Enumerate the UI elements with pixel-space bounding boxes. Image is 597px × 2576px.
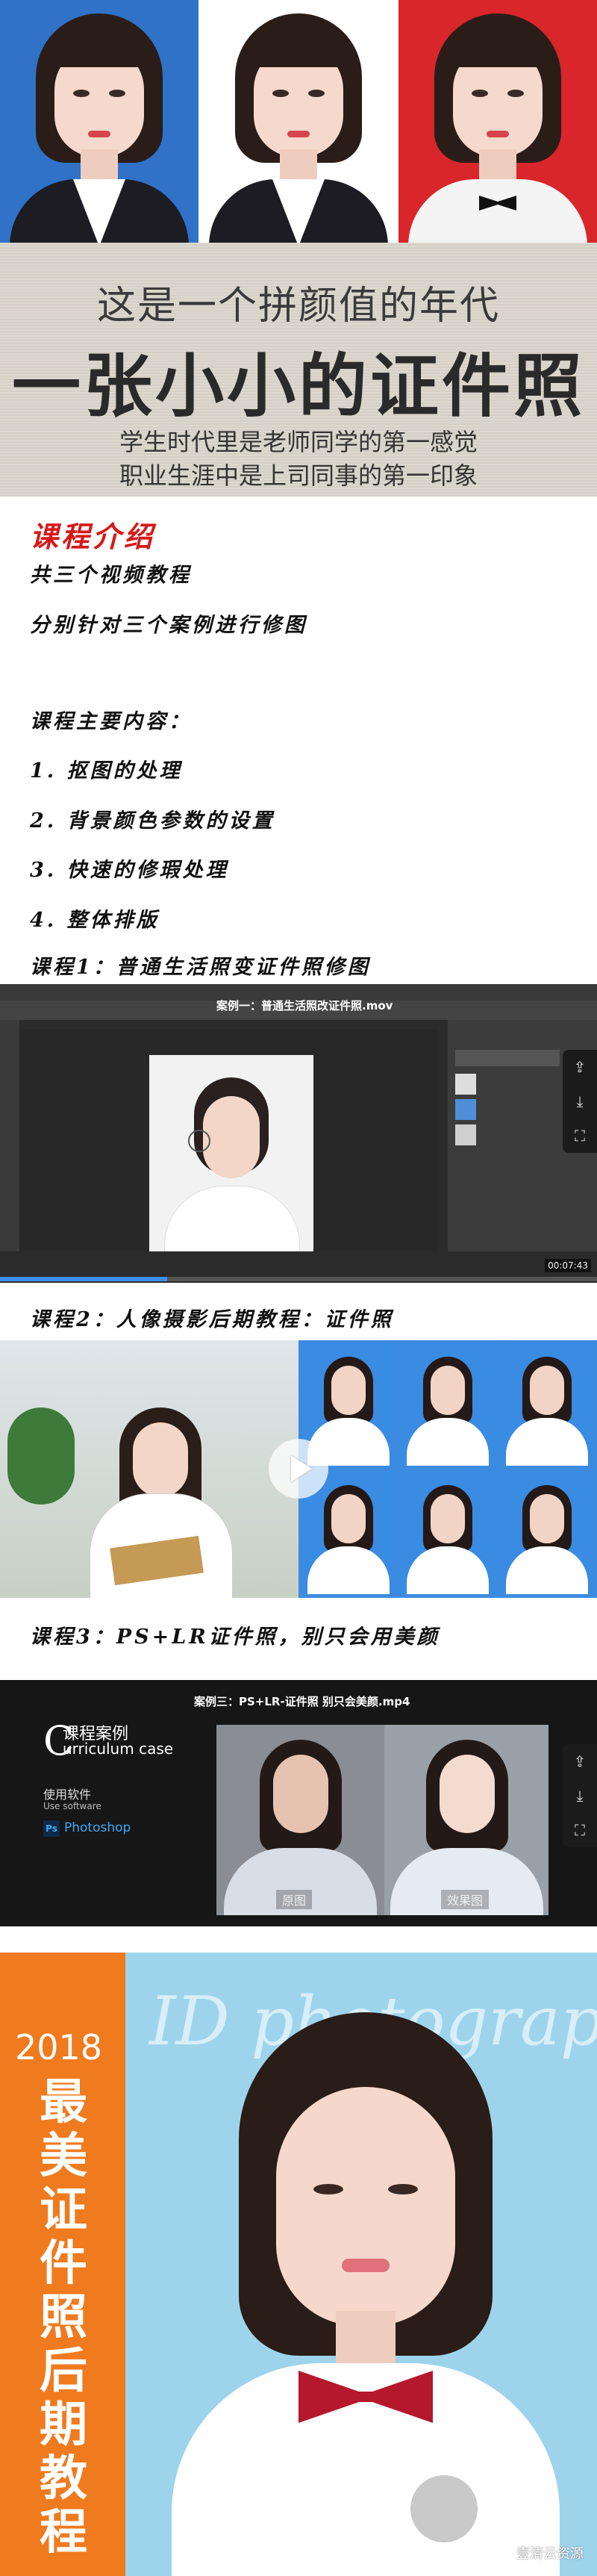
ps-toolbar bbox=[0, 1020, 19, 1251]
fullscreen-icon[interactable]: ⛶ bbox=[563, 1813, 597, 1847]
intro-line1: 共三个视频教程 bbox=[30, 564, 192, 587]
label-after: 效果图 bbox=[441, 1890, 490, 1909]
portrait-red-bg bbox=[398, 0, 597, 243]
case-en: urriculum case bbox=[63, 1740, 174, 1758]
course2-heading: 课程2：人像摄影后期教程：证件照 bbox=[30, 1308, 394, 1331]
headline-line4: 职业生涯中是上司同事的第一印象 bbox=[119, 461, 478, 490]
portrait-blue-bg bbox=[0, 0, 199, 243]
course3-video-title: 案例三：PS+LR-证件照 别只会美颜.mp4 bbox=[194, 1695, 410, 1708]
poster-year: 2018 bbox=[15, 2027, 103, 2068]
photoshop-name: Photoshop bbox=[64, 1820, 131, 1835]
software-cn: 使用软件 bbox=[43, 1788, 92, 1802]
content-item-1: 1. 抠图的处理 bbox=[30, 759, 183, 783]
poster-title-char: 照 bbox=[40, 2290, 87, 2345]
course1-time: 00:07:43 bbox=[545, 1259, 591, 1272]
course3-heading: 课程3：PS+LR证件照，别只会用美颜 bbox=[30, 1625, 440, 1649]
poster-watermark: 壹清云资源 bbox=[516, 2546, 584, 2562]
poster-portrait bbox=[172, 1997, 560, 2576]
share-icon[interactable]: ⇪ bbox=[563, 1744, 597, 1779]
course2-video-player[interactable] bbox=[0, 1340, 597, 1598]
after-photo: 效果图 bbox=[384, 1725, 548, 1915]
course1-progress-track[interactable] bbox=[0, 1277, 597, 1281]
portrait-white-bg bbox=[199, 0, 398, 243]
software-en: Use software bbox=[43, 1801, 101, 1811]
poster-title-char: 后 bbox=[40, 2344, 87, 2399]
photoshop-icon: Ps bbox=[43, 1820, 60, 1837]
course1-side-controls: ⇪ ⤓ ⛶ bbox=[563, 1050, 597, 1153]
grid-thumbnail bbox=[500, 1472, 594, 1594]
course1-video-player[interactable]: 案例一：普通生活照改证件照.mov ⇪ ⤓ ⛶ 00:07:43 bbox=[0, 984, 597, 1283]
headline-line1: 这是一个拼颜值的年代 bbox=[96, 284, 500, 329]
ps-canvas-photo bbox=[149, 1055, 313, 1251]
grid-thumbnail bbox=[401, 1343, 495, 1466]
content-item-4: 4. 整体排版 bbox=[30, 909, 160, 932]
intro-line2: 分别针对三个案例进行修图 bbox=[30, 614, 307, 637]
course1-progress-fill bbox=[0, 1277, 167, 1281]
download-icon[interactable]: ⤓ bbox=[563, 1084, 597, 1119]
poster-title-char: 美 bbox=[40, 2129, 87, 2184]
before-photo: 原图 bbox=[216, 1725, 384, 1915]
content-item-3: 3. 快速的修瑕处理 bbox=[30, 859, 229, 882]
cat-pin bbox=[410, 2475, 478, 2542]
content-heading: 课程主要内容： bbox=[30, 710, 192, 733]
intro-title: 课程介绍 bbox=[30, 520, 156, 553]
grid-thumbnail bbox=[500, 1343, 594, 1466]
headline-panel: 这是一个拼颜值的年代 一张小小的证件照 学生时代里是老师同学的第一感觉 职业生涯… bbox=[0, 243, 597, 497]
poster-title-char: 期 bbox=[40, 2398, 87, 2453]
play-icon[interactable] bbox=[269, 1439, 328, 1499]
course3-video-player[interactable]: 案例三：PS+LR-证件照 别只会美颜.mp4 C 课程案例 urriculum… bbox=[0, 1680, 597, 1926]
course1-heading: 课程1：普通生活照变证件照修图 bbox=[30, 956, 371, 979]
poster-title-char: 件 bbox=[40, 2236, 87, 2292]
poster-vertical-title: 最美证件照后期教程 bbox=[22, 2076, 104, 2560]
course2-thumb-grid bbox=[298, 1340, 597, 1598]
poster-orange-band: 2018 最美证件照后期教程 bbox=[0, 1953, 125, 2576]
brush-cursor bbox=[188, 1130, 210, 1152]
course3-side-controls: ⇪ ⤓ ⛶ bbox=[563, 1744, 597, 1847]
poster-title-char: 最 bbox=[40, 2075, 87, 2130]
download-icon[interactable]: ⤓ bbox=[563, 1779, 597, 1813]
poster-title-char: 程 bbox=[40, 2505, 87, 2560]
course1-video-title: 案例一：普通生活照改证件照.mov bbox=[216, 999, 393, 1012]
course2-left-photo bbox=[0, 1340, 298, 1598]
headline-line2: 一张小小的证件照 bbox=[11, 346, 585, 426]
promo-poster: ID photograph 2018 最美证件照后期教程 壹清云资源 bbox=[0, 1953, 597, 2576]
poster-title-char: 证 bbox=[40, 2183, 87, 2238]
content-item-2: 2. 背景颜色参数的设置 bbox=[30, 809, 275, 833]
fullscreen-icon[interactable]: ⛶ bbox=[563, 1119, 597, 1153]
share-icon[interactable]: ⇪ bbox=[563, 1050, 597, 1084]
poster-title-char: 教 bbox=[40, 2451, 87, 2507]
label-before: 原图 bbox=[276, 1890, 313, 1909]
headline-line3: 学生时代里是老师同学的第一感觉 bbox=[119, 428, 478, 456]
grid-thumbnail bbox=[401, 1472, 495, 1594]
